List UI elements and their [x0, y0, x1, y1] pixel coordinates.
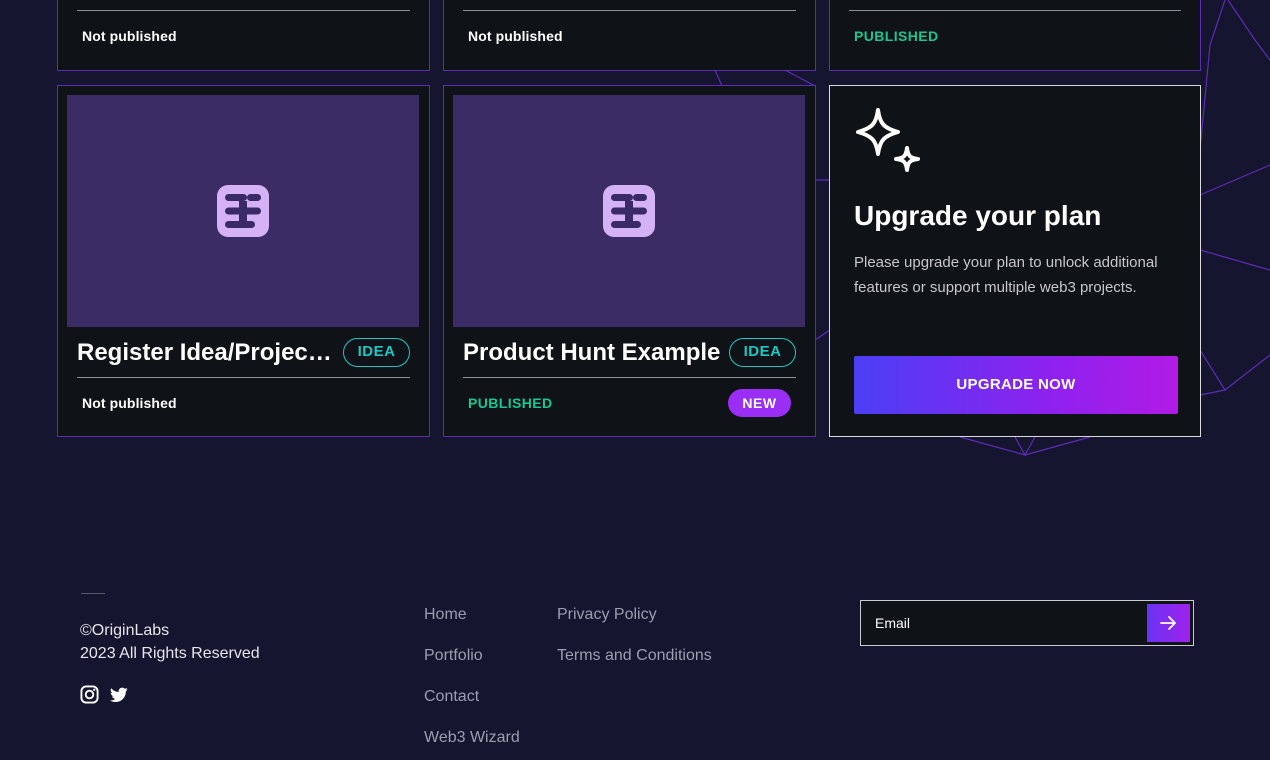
project-card-top-2[interactable]: Not published: [443, 0, 816, 71]
footer-link-portfolio[interactable]: Portfolio: [424, 647, 483, 665]
email-submit-button[interactable]: [1147, 604, 1190, 642]
status-label: Not published: [82, 28, 177, 44]
upgrade-now-button[interactable]: UPGRADE NOW: [854, 356, 1178, 414]
project-card-register-idea[interactable]: Register Idea/Project… IDEA Not publishe…: [57, 85, 430, 437]
card-divider: [463, 377, 796, 378]
idea-tag: IDEA: [729, 338, 796, 367]
upgrade-plan-card: Upgrade your plan Please upgrade your pl…: [829, 85, 1201, 437]
status-label: PUBLISHED: [854, 28, 939, 44]
project-card-product-hunt[interactable]: Product Hunt Example IDEA PUBLISHED NEW: [443, 85, 816, 437]
footer-link-terms[interactable]: Terms and Conditions: [557, 647, 712, 665]
footer-link-privacy-policy[interactable]: Privacy Policy: [557, 606, 657, 624]
email-input[interactable]: [862, 602, 1146, 644]
project-thumbnail: [453, 95, 805, 327]
new-badge: NEW: [728, 389, 791, 417]
card-divider: [77, 10, 410, 11]
status-label: Not published: [468, 28, 563, 44]
status-label: Not published: [82, 395, 177, 411]
footer-link-contact[interactable]: Contact: [424, 688, 479, 706]
project-card-top-1[interactable]: Not published: [57, 0, 430, 71]
upgrade-description: Please upgrade your plan to unlock addit…: [854, 254, 1158, 296]
card-divider: [849, 10, 1181, 11]
page: Not published Not published PUBLISHED Re…: [0, 0, 1270, 760]
arrow-right-icon: [1160, 616, 1176, 630]
footer-link-web3-wizard[interactable]: Web3 Wizard: [424, 729, 520, 747]
project-card-top-3[interactable]: PUBLISHED: [829, 0, 1201, 71]
copyright-line-2: 2023 All Rights Reserved: [80, 645, 260, 662]
project-title: Register Idea/Project…: [77, 339, 339, 366]
card-divider: [463, 10, 796, 11]
project-logo-icon: [603, 185, 655, 237]
twitter-icon[interactable]: [110, 687, 128, 703]
card-divider: [77, 377, 410, 378]
project-title: Product Hunt Example: [463, 339, 721, 366]
project-thumbnail: [67, 95, 419, 327]
footer-link-home[interactable]: Home: [424, 606, 467, 624]
copyright: ©OriginLabs 2023 All Rights Reserved: [80, 619, 260, 665]
instagram-icon[interactable]: [80, 685, 99, 704]
status-label: PUBLISHED: [468, 395, 553, 411]
idea-tag: IDEA: [343, 338, 410, 367]
newsletter-form: [860, 600, 1194, 646]
copyright-line-1: ©OriginLabs: [80, 622, 170, 639]
upgrade-title: Upgrade your plan: [854, 200, 1102, 231]
project-logo-icon: [217, 185, 269, 237]
footer-logo-mark: [81, 593, 105, 594]
sparkles-icon: [856, 108, 920, 172]
